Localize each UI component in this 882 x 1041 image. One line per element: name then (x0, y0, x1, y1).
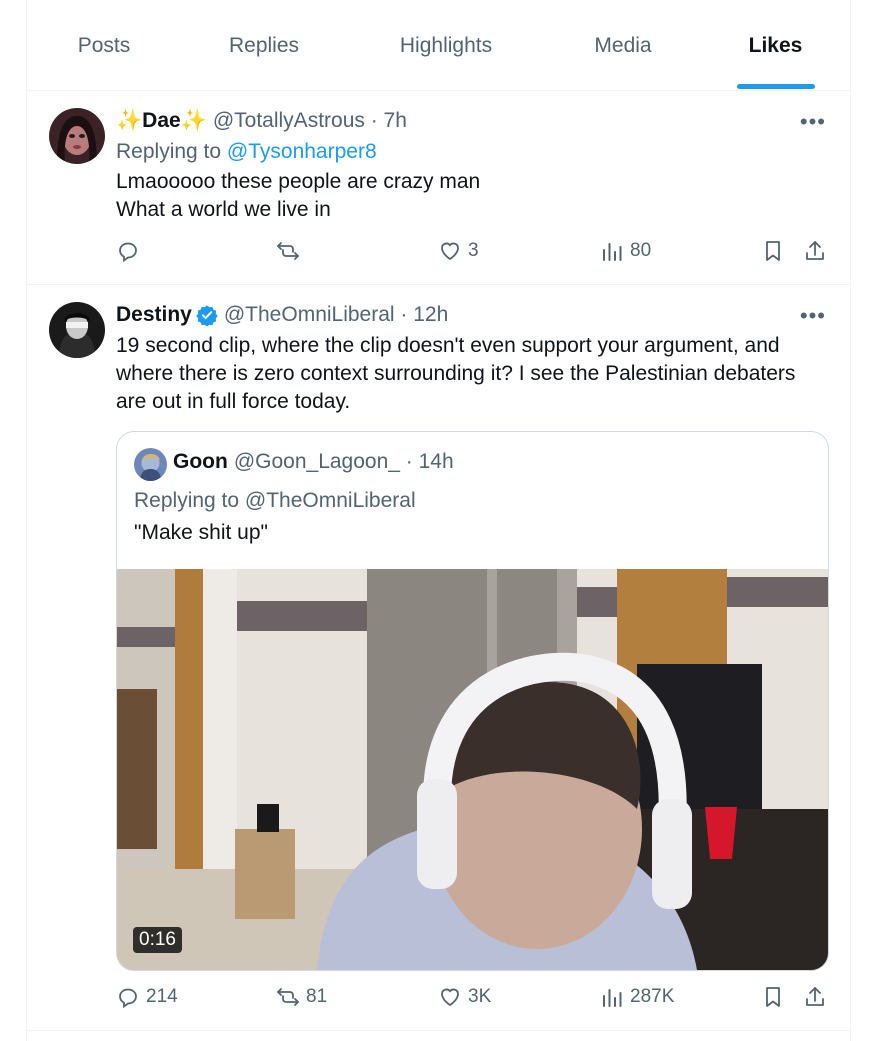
reply-icon (119, 242, 137, 263)
tab-label: Replies (228, 33, 300, 57)
quoted-tweet[interactable]: Goon @Goon_Lagoon_ · 14h Replying to @Th… (116, 431, 829, 971)
quoted-replying-to: Replying to @TheOmniLiberal (134, 489, 416, 512)
bookmark-button[interactable] (761, 239, 785, 263)
verified-badge-icon (196, 305, 218, 326)
replying-to: Replying to @Tysonharper8 (116, 140, 377, 164)
tweet-text: Lmaooooo these people are crazy man What… (116, 168, 480, 224)
repost-button[interactable]: 81 (276, 985, 327, 1009)
tweet-text-line: where there is zero context surrounding … (116, 362, 796, 385)
sparkles-icon: ✨ (180, 109, 207, 132)
repost-button[interactable] (276, 239, 306, 263)
like-button[interactable]: 3K (438, 985, 491, 1009)
tweet-header: Destiny @TheOmniLiberal · 12h (116, 303, 448, 327)
more-options-icon[interactable]: ••• (800, 109, 826, 135)
display-name[interactable]: Dae (142, 109, 181, 133)
tab-label: Highlights (399, 33, 493, 57)
display-name[interactable]: Destiny (116, 303, 192, 327)
like-button[interactable]: 3 (438, 239, 479, 263)
heart-icon (441, 988, 459, 1007)
tweet-text-line: What a world we live in (116, 198, 331, 221)
tweet-header: ✨ Dae ✨ @TotallyAstrous · 7h (116, 109, 407, 133)
avatar[interactable] (49, 108, 105, 164)
video-thumbnail (117, 569, 828, 970)
repost-count: 81 (306, 986, 328, 1007)
share-icon (806, 241, 824, 260)
bookmark-icon (766, 987, 780, 1007)
like-count: 3K (468, 986, 492, 1007)
analytics-icon (603, 989, 622, 1007)
tweet-text-line: are out in full force today. (116, 390, 351, 413)
tweet[interactable]: ✨ Dae ✨ @TotallyAstrous · 7h ••• Replyin… (27, 91, 850, 285)
share-button[interactable] (803, 985, 827, 1009)
quoted-handle-and-time: @Goon_Lagoon_ · 14h (233, 450, 454, 473)
views-button[interactable]: 287K (600, 985, 674, 1009)
repost-icon (277, 242, 299, 260)
tweet-text-line: Lmaooooo these people are crazy man (116, 170, 481, 193)
profile-tabs: Posts Replies Highlights Media Likes (27, 0, 850, 91)
tweet-text-line: 19 second clip, where the clip doesn't e… (116, 334, 780, 357)
view-count: 80 (630, 240, 652, 261)
bookmark-button[interactable] (761, 985, 785, 1009)
view-count: 287K (630, 986, 675, 1007)
quoted-header: Goon @Goon_Lagoon_ · 14h (173, 450, 454, 474)
handle-and-time[interactable]: @TheOmniLiberal · 12h (224, 303, 448, 327)
replying-to-link[interactable]: @Tysonharper8 (227, 140, 377, 163)
share-icon (806, 987, 824, 1006)
share-button[interactable] (803, 239, 827, 263)
avatar[interactable] (49, 302, 105, 358)
tweet[interactable]: Destiny @TheOmniLiberal · 12h ••• 19 sec… (27, 285, 850, 1031)
tweet-text: 19 second clip, where the clip doesn't e… (116, 332, 795, 416)
reply-count: 214 (146, 986, 178, 1007)
quoted-avatar (134, 448, 167, 481)
video-duration: 0:16 (133, 927, 182, 953)
tweet-actions: 214 81 3K 287K (27, 985, 850, 1015)
timeline-column: Posts Replies Highlights Media Likes ✨ D… (26, 0, 851, 1041)
quoted-text: "Make shit up" (134, 521, 268, 544)
tab-label: Likes (748, 33, 803, 57)
video-player[interactable]: 0:16 (117, 569, 828, 970)
more-options-icon[interactable]: ••• (800, 303, 826, 329)
handle-and-time[interactable]: @TotallyAstrous · 7h (213, 109, 407, 133)
bookmark-icon (766, 241, 780, 261)
active-tab-indicator (736, 84, 815, 89)
reply-button[interactable]: 214 (116, 985, 178, 1009)
replying-label: Replying to (116, 140, 227, 163)
tab-posts[interactable]: Posts (27, 0, 181, 91)
heart-icon (441, 242, 459, 261)
tab-label: Posts (77, 33, 131, 57)
quoted-display-name: Goon (173, 450, 228, 473)
reply-button[interactable] (116, 239, 146, 263)
tab-label: Media (594, 33, 652, 57)
tab-likes[interactable]: Likes (701, 0, 850, 91)
tab-media[interactable]: Media (545, 0, 701, 91)
tab-highlights[interactable]: Highlights (347, 0, 545, 91)
tab-replies[interactable]: Replies (181, 0, 347, 91)
sparkles-icon: ✨ (116, 109, 143, 132)
analytics-icon (603, 243, 622, 261)
like-count: 3 (468, 240, 479, 261)
tweet-actions: 3 80 (27, 239, 850, 269)
reply-icon (119, 988, 137, 1009)
repost-icon (277, 988, 299, 1006)
views-button[interactable]: 80 (600, 239, 651, 263)
